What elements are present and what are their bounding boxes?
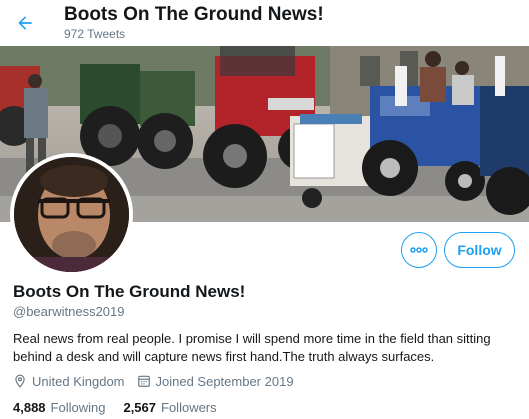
profile-bio: Real news from real people. I promise I … <box>13 331 491 364</box>
profile-meta: United Kingdom Joined September 2019 <box>13 372 306 390</box>
location-text: United Kingdom <box>32 373 125 389</box>
tweet-count: 972 Tweets <box>64 27 126 41</box>
location-pin-icon <box>15 374 25 388</box>
avatar[interactable] <box>10 153 133 276</box>
location: United Kingdom <box>13 374 125 389</box>
following-label: Following <box>50 399 106 415</box>
top-bar: Boots On The Ground News! 972 Tweets <box>0 0 529 46</box>
page-title: Boots On The Ground News! <box>64 4 324 25</box>
followers-label: Followers <box>161 399 217 415</box>
arrow-left-icon <box>18 16 32 30</box>
followers-link[interactable]: 2,567 Followers <box>123 400 216 415</box>
back-button[interactable] <box>12 10 38 36</box>
display-name: Boots On The Ground News! <box>13 282 246 301</box>
follow-stats: 4,888 Following 2,567 Followers <box>13 398 235 416</box>
join-date: Joined September 2019 <box>137 374 294 389</box>
more-horizontal-icon <box>410 247 428 253</box>
follow-button[interactable]: Follow <box>444 232 515 268</box>
more-options-button[interactable] <box>401 232 437 268</box>
user-handle: @bearwitness2019 <box>13 304 125 319</box>
calendar-icon <box>137 375 150 387</box>
following-count: 4,888 <box>13 399 46 415</box>
followers-count: 2,567 <box>123 399 157 415</box>
following-link[interactable]: 4,888 Following <box>13 400 105 415</box>
join-date-text: Joined September 2019 <box>155 373 294 389</box>
